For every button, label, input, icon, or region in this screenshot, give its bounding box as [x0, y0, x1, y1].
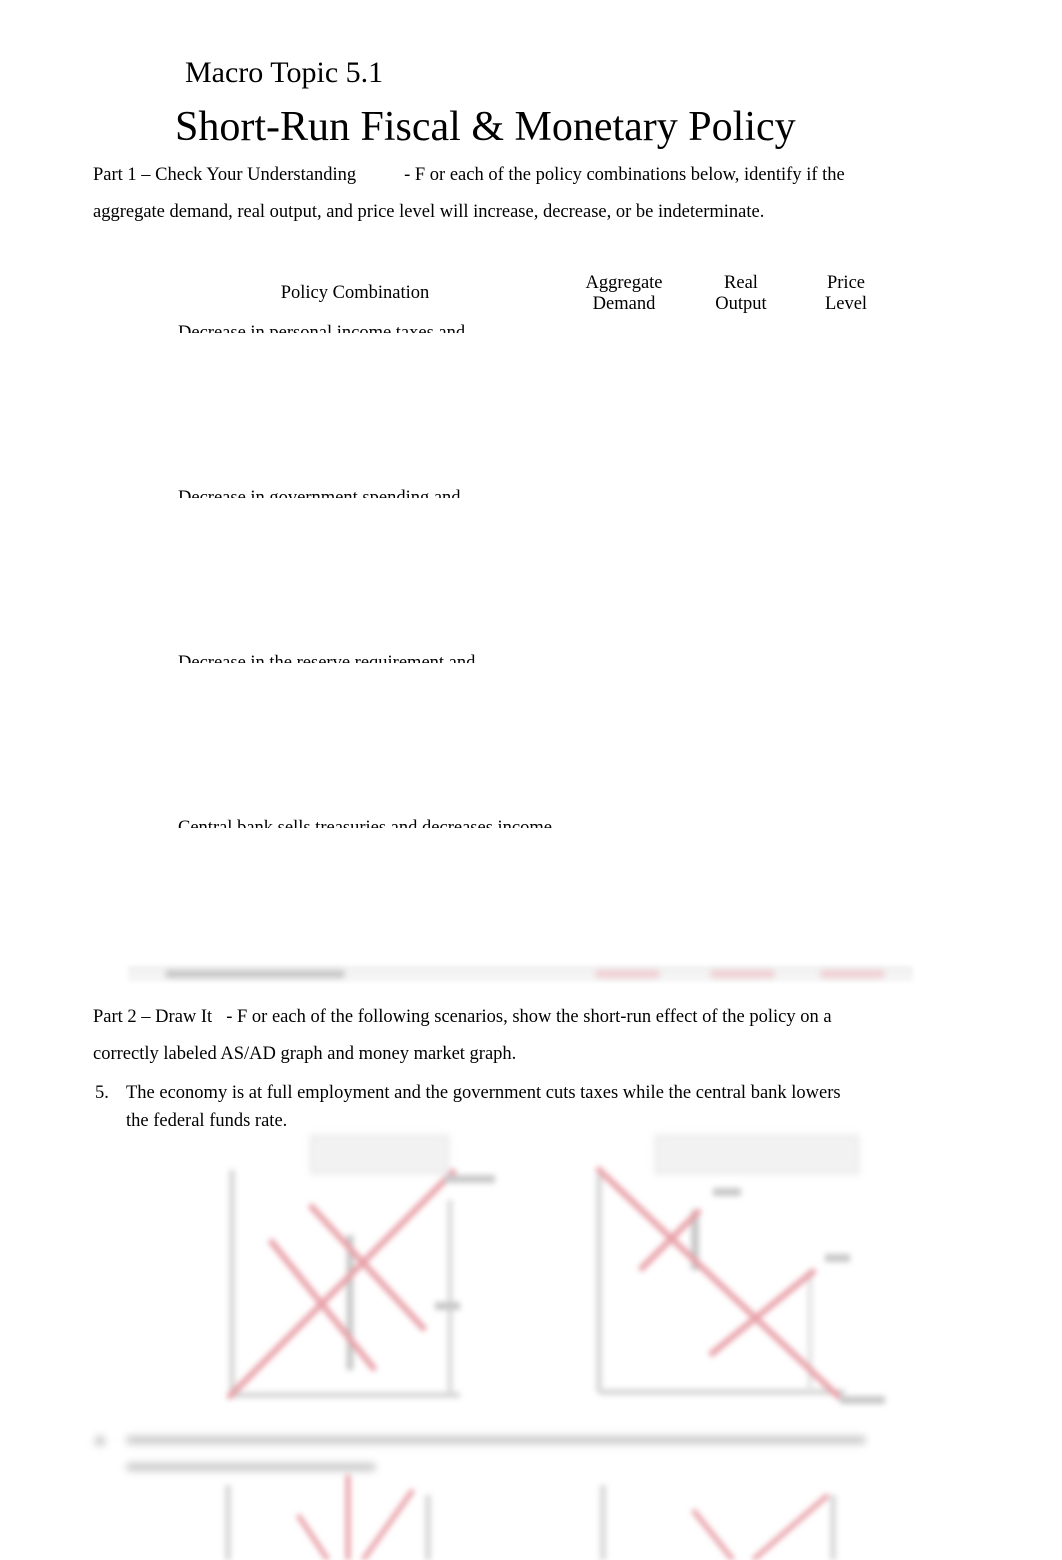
blurred-text	[820, 970, 885, 978]
topic-label: Macro Topic 5.1	[185, 56, 384, 89]
header-ro-line1: Real	[724, 273, 758, 293]
money-market-graph	[585, 1130, 905, 1425]
table-row: Decrease in personal income taxes and	[178, 321, 465, 333]
question-line1: The economy is at full employment and th…	[126, 1083, 841, 1103]
header-policy-combination: Policy Combination	[280, 283, 430, 303]
blurred-text	[595, 970, 660, 978]
axis-label	[840, 1396, 885, 1404]
as-curve	[225, 1167, 458, 1401]
header-real-output: Real Output	[696, 273, 786, 315]
part2-instructions: Part 2 – Draw It - F or each of the follo…	[93, 1007, 832, 1028]
header-ad-line1: Aggregate	[585, 273, 663, 293]
table-row: Central bank sells treasuries and decrea…	[178, 816, 552, 828]
part2-instruction-line1: - F or each of the following scenarios, …	[226, 1007, 832, 1027]
part1-instruction-line1: - F or each of the policy combinations b…	[404, 165, 845, 185]
table-row: Decrease in government spending and	[178, 486, 461, 498]
table-row: Decrease in the reserve requirement and	[178, 651, 475, 663]
row-policy-text: Central bank sells treasuries and decrea…	[178, 818, 552, 828]
graph-title-box	[655, 1135, 859, 1174]
page-title: Short-Run Fiscal & Monetary Policy	[175, 104, 796, 150]
blurred-text	[710, 970, 775, 978]
question-number: 5.	[95, 1083, 109, 1103]
part2-instruction-line2: correctly labeled AS/AD graph and money …	[93, 1044, 517, 1064]
part1-heading: Part 1 – Check Your Understanding	[93, 165, 357, 185]
header-ad-line2: Demand	[592, 294, 656, 314]
curve-label	[825, 1254, 850, 1262]
header-price-level: Price Level	[806, 273, 886, 315]
part2-heading: Part 2 – Draw It	[93, 1007, 213, 1027]
header-pl-line2: Level	[824, 294, 868, 314]
row-policy-text: Decrease in government spending and	[178, 488, 461, 498]
blurred-question-6	[93, 1430, 993, 1560]
question-text: The economy is at full employment and th…	[126, 1079, 841, 1135]
header-pl-line1: Price	[826, 273, 865, 293]
graph-title-box	[310, 1135, 449, 1174]
row-policy-text: Decrease in personal income taxes and	[178, 323, 466, 333]
blurred-text	[165, 970, 345, 978]
curve-label	[435, 1302, 460, 1310]
curve-label	[713, 1188, 741, 1196]
header-aggregate-demand: Aggregate Demand	[574, 273, 674, 315]
part1-instructions: Part 1 – Check Your Understanding - F or …	[93, 165, 845, 186]
part1-instruction-line2: aggregate demand, real output, and price…	[93, 202, 765, 222]
curve-label	[445, 1175, 495, 1183]
row-policy-text: Decrease in the reserve requirement and	[178, 653, 476, 663]
curve-segment	[708, 1267, 817, 1358]
asad-graph	[210, 1130, 510, 1415]
header-ro-line2: Output	[715, 294, 767, 314]
